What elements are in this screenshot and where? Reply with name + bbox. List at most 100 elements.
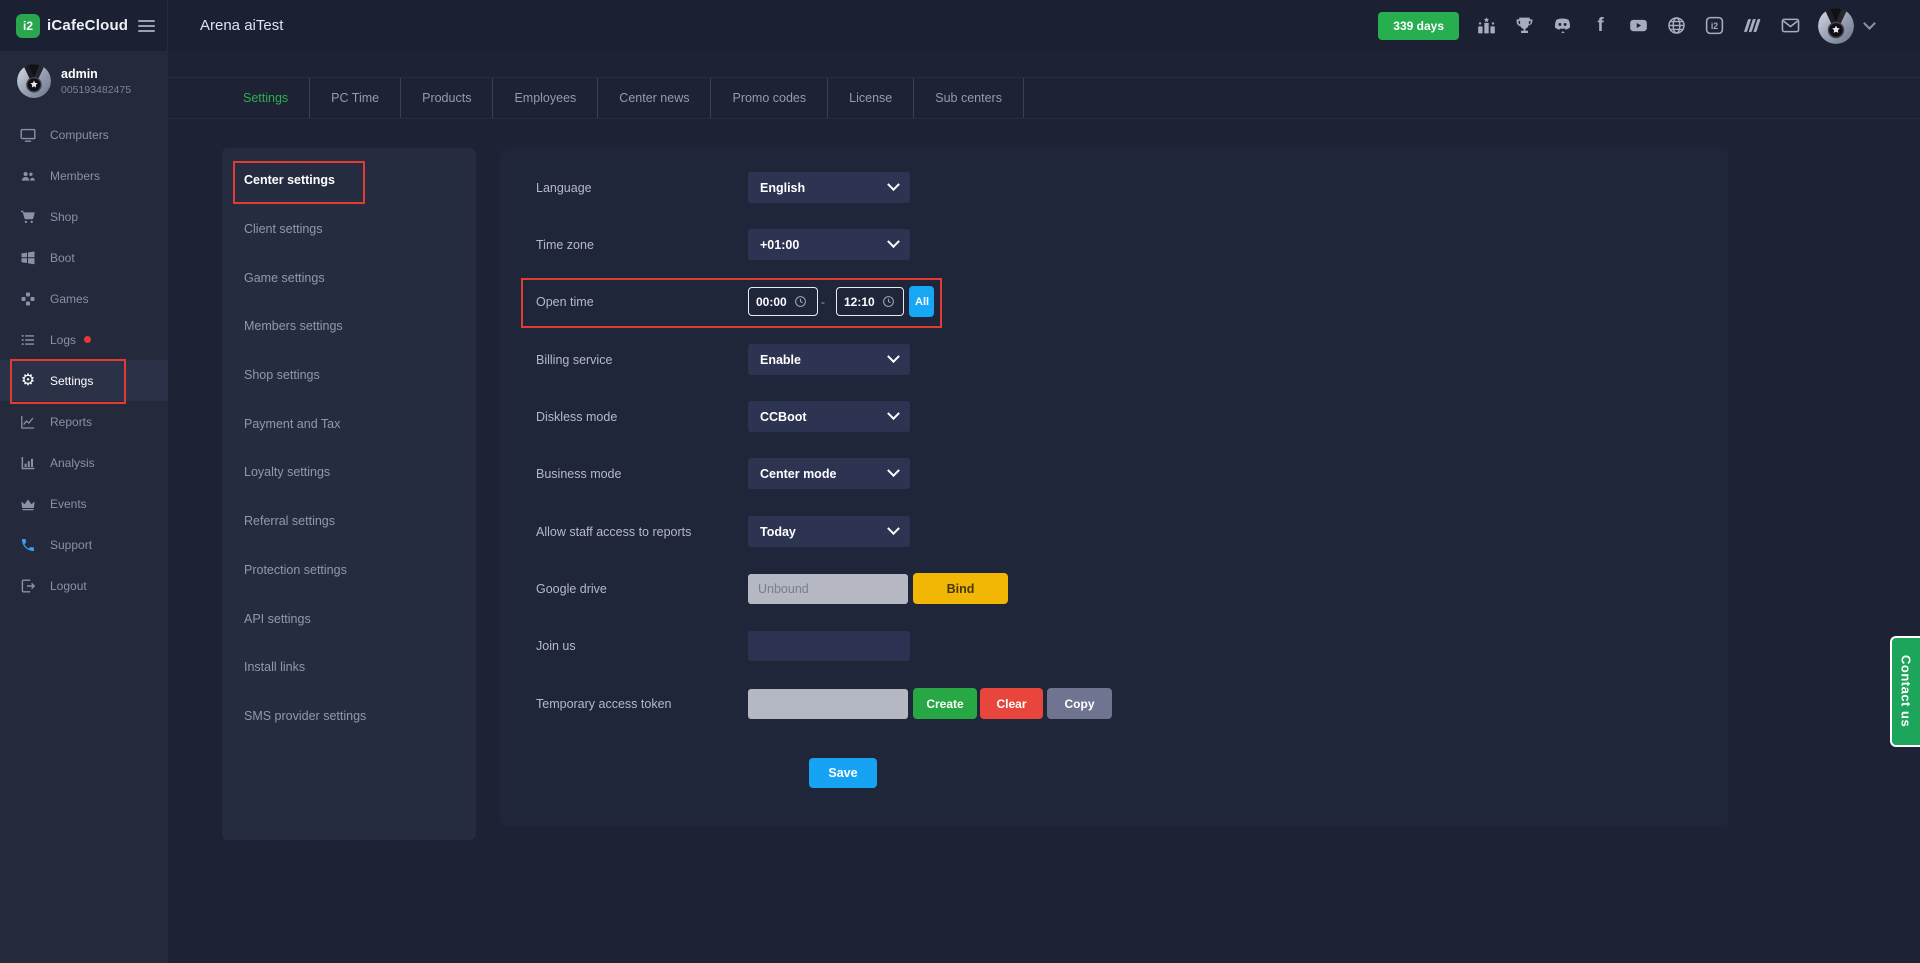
youtube-icon[interactable] (1628, 15, 1649, 36)
timezone-select[interactable]: +01:00 (748, 229, 910, 260)
diskless-mode-select[interactable]: CCBoot (748, 401, 910, 432)
language-select[interactable]: English (748, 172, 910, 203)
google-drive-label: Google drive (536, 581, 607, 596)
google-drive-input[interactable] (748, 573, 908, 604)
sidebar-item-games[interactable]: Games (0, 278, 168, 319)
sidebar-item-label: Support (50, 537, 93, 552)
sidebar-item-label: Logout (50, 578, 87, 593)
submenu-referral-settings[interactable]: Referral settings (222, 497, 476, 546)
svg-text:i2: i2 (1711, 21, 1718, 31)
timezone-row: Time zone +01:00 (536, 229, 1698, 260)
token-input[interactable] (748, 688, 908, 719)
open-time-label: Open time (536, 294, 594, 309)
submenu-game-settings[interactable]: Game settings (222, 253, 476, 302)
hamburger-menu-icon[interactable] (138, 19, 155, 32)
business-mode-label: Business mode (536, 466, 622, 481)
sidebar-item-label: Members (50, 168, 101, 183)
token-row: Temporary access token Create Clear Copy (536, 688, 1698, 719)
sidebar-item-reports[interactable]: Reports (0, 401, 168, 442)
sidebar-item-label: Boot (50, 250, 75, 265)
monitor-icon (20, 127, 36, 143)
submenu-install-links[interactable]: Install links (222, 643, 476, 692)
center-settings-form: Language English Time zone +01:00 Open t… (500, 148, 1728, 826)
open-time-all-button[interactable]: All (909, 286, 934, 317)
tab-center-news[interactable]: Center news (598, 78, 712, 118)
chevron-down-icon (887, 350, 900, 364)
submenu-loyalty-settings[interactable]: Loyalty settings (222, 448, 476, 497)
submenu-payment-and-tax[interactable]: Payment and Tax (222, 399, 476, 448)
sidebar-user-info: admin 005193482475 (61, 67, 131, 96)
business-mode-select[interactable]: Center mode (748, 458, 910, 489)
token-create-button[interactable]: Create (913, 688, 977, 719)
time-range-separator: - (821, 294, 825, 309)
logout-icon (20, 578, 36, 594)
icafecloud-logo-icon[interactable]: i2 (16, 13, 40, 38)
chevron-down-icon (887, 407, 900, 421)
chevron-down-icon[interactable] (1863, 17, 1876, 30)
open-time-from-input[interactable]: 00:00 (748, 287, 818, 316)
sidebar-item-shop[interactable]: Shop (0, 196, 168, 237)
tab-pc-time[interactable]: PC Time (310, 78, 402, 118)
open-time-to-input[interactable]: 12:10 (836, 287, 904, 316)
tab-products[interactable]: Products (401, 78, 494, 118)
icafecloud-app: i2 iCafeCloud Arena aiTest 339 days f i2… (0, 0, 1920, 963)
sidebar-item-label: Settings (50, 373, 94, 388)
billing-service-row: Billing service Enable (536, 344, 1698, 375)
join-us-row: Join us (536, 630, 1698, 661)
clock-icon (882, 295, 895, 308)
language-row: Language English (536, 172, 1698, 203)
join-us-label: Join us (536, 638, 576, 653)
sidebar-item-label: Shop (50, 209, 79, 224)
save-button[interactable]: Save (809, 758, 877, 788)
tab-license[interactable]: License (828, 78, 915, 118)
sidebar-item-label: Logs (50, 332, 77, 347)
logs-alert-dot (84, 336, 92, 343)
submenu-center-settings[interactable]: Center settings (222, 156, 476, 205)
open-time-row: Open time 00:00 - 12:10 All (536, 286, 1698, 317)
sidebar-user[interactable]: admin 005193482475 (0, 51, 168, 98)
sidebar-item-analysis[interactable]: Analysis (0, 442, 168, 483)
sidebar-item-events[interactable]: Events (0, 483, 168, 524)
facebook-icon[interactable]: f (1590, 15, 1611, 36)
users-icon (20, 168, 36, 184)
sidebar-item-support[interactable]: Support (0, 524, 168, 565)
page-title: Arena aiTest (200, 17, 284, 34)
billing-service-select[interactable]: Enable (748, 344, 910, 375)
sidebar-avatar (17, 64, 51, 98)
sidebar-item-label: Analysis (50, 455, 95, 470)
tab-promo-codes[interactable]: Promo codes (711, 78, 829, 118)
sidebar-nav: Computers Members Shop Boot Games Logs ⚙… (0, 114, 168, 606)
globe-icon[interactable] (1666, 15, 1687, 36)
bind-button[interactable]: Bind (913, 573, 1008, 604)
mail-icon[interactable] (1780, 15, 1801, 36)
license-days-badge[interactable]: 339 days (1378, 11, 1459, 40)
token-clear-button[interactable]: Clear (980, 688, 1043, 719)
icafecloud-site-icon[interactable]: i2 (1704, 15, 1725, 36)
sidebar-item-logs[interactable]: Logs (0, 319, 168, 360)
submenu-sms-provider-settings[interactable]: SMS provider settings (222, 692, 476, 741)
layers-icon[interactable] (1742, 15, 1763, 36)
trophy-icon[interactable] (1514, 15, 1535, 36)
tab-employees[interactable]: Employees (493, 78, 599, 118)
discord-icon[interactable] (1552, 15, 1573, 36)
staff-reports-select[interactable]: Today (748, 516, 910, 547)
contact-us-tab[interactable]: Contact us (1890, 636, 1920, 747)
sidebar-item-logout[interactable]: Logout (0, 565, 168, 606)
diskless-mode-label: Diskless mode (536, 409, 618, 424)
submenu-members-settings[interactable]: Members settings (222, 302, 476, 351)
user-avatar[interactable] (1818, 7, 1854, 44)
join-us-input[interactable] (748, 630, 910, 661)
ranking-icon[interactable] (1476, 15, 1497, 36)
sidebar-item-boot[interactable]: Boot (0, 237, 168, 278)
submenu-shop-settings[interactable]: Shop settings (222, 351, 476, 400)
sidebar-item-settings[interactable]: ⚙ Settings (0, 360, 168, 401)
tab-settings[interactable]: Settings (222, 78, 311, 118)
sidebar-item-computers[interactable]: Computers (0, 114, 168, 155)
brand-zone: i2 iCafeCloud (0, 0, 168, 51)
token-copy-button[interactable]: Copy (1047, 688, 1112, 719)
submenu-api-settings[interactable]: API settings (222, 594, 476, 643)
submenu-protection-settings[interactable]: Protection settings (222, 546, 476, 595)
submenu-client-settings[interactable]: Client settings (222, 205, 476, 254)
sidebar-item-members[interactable]: Members (0, 155, 168, 196)
tab-sub-centers[interactable]: Sub centers (914, 78, 1024, 118)
